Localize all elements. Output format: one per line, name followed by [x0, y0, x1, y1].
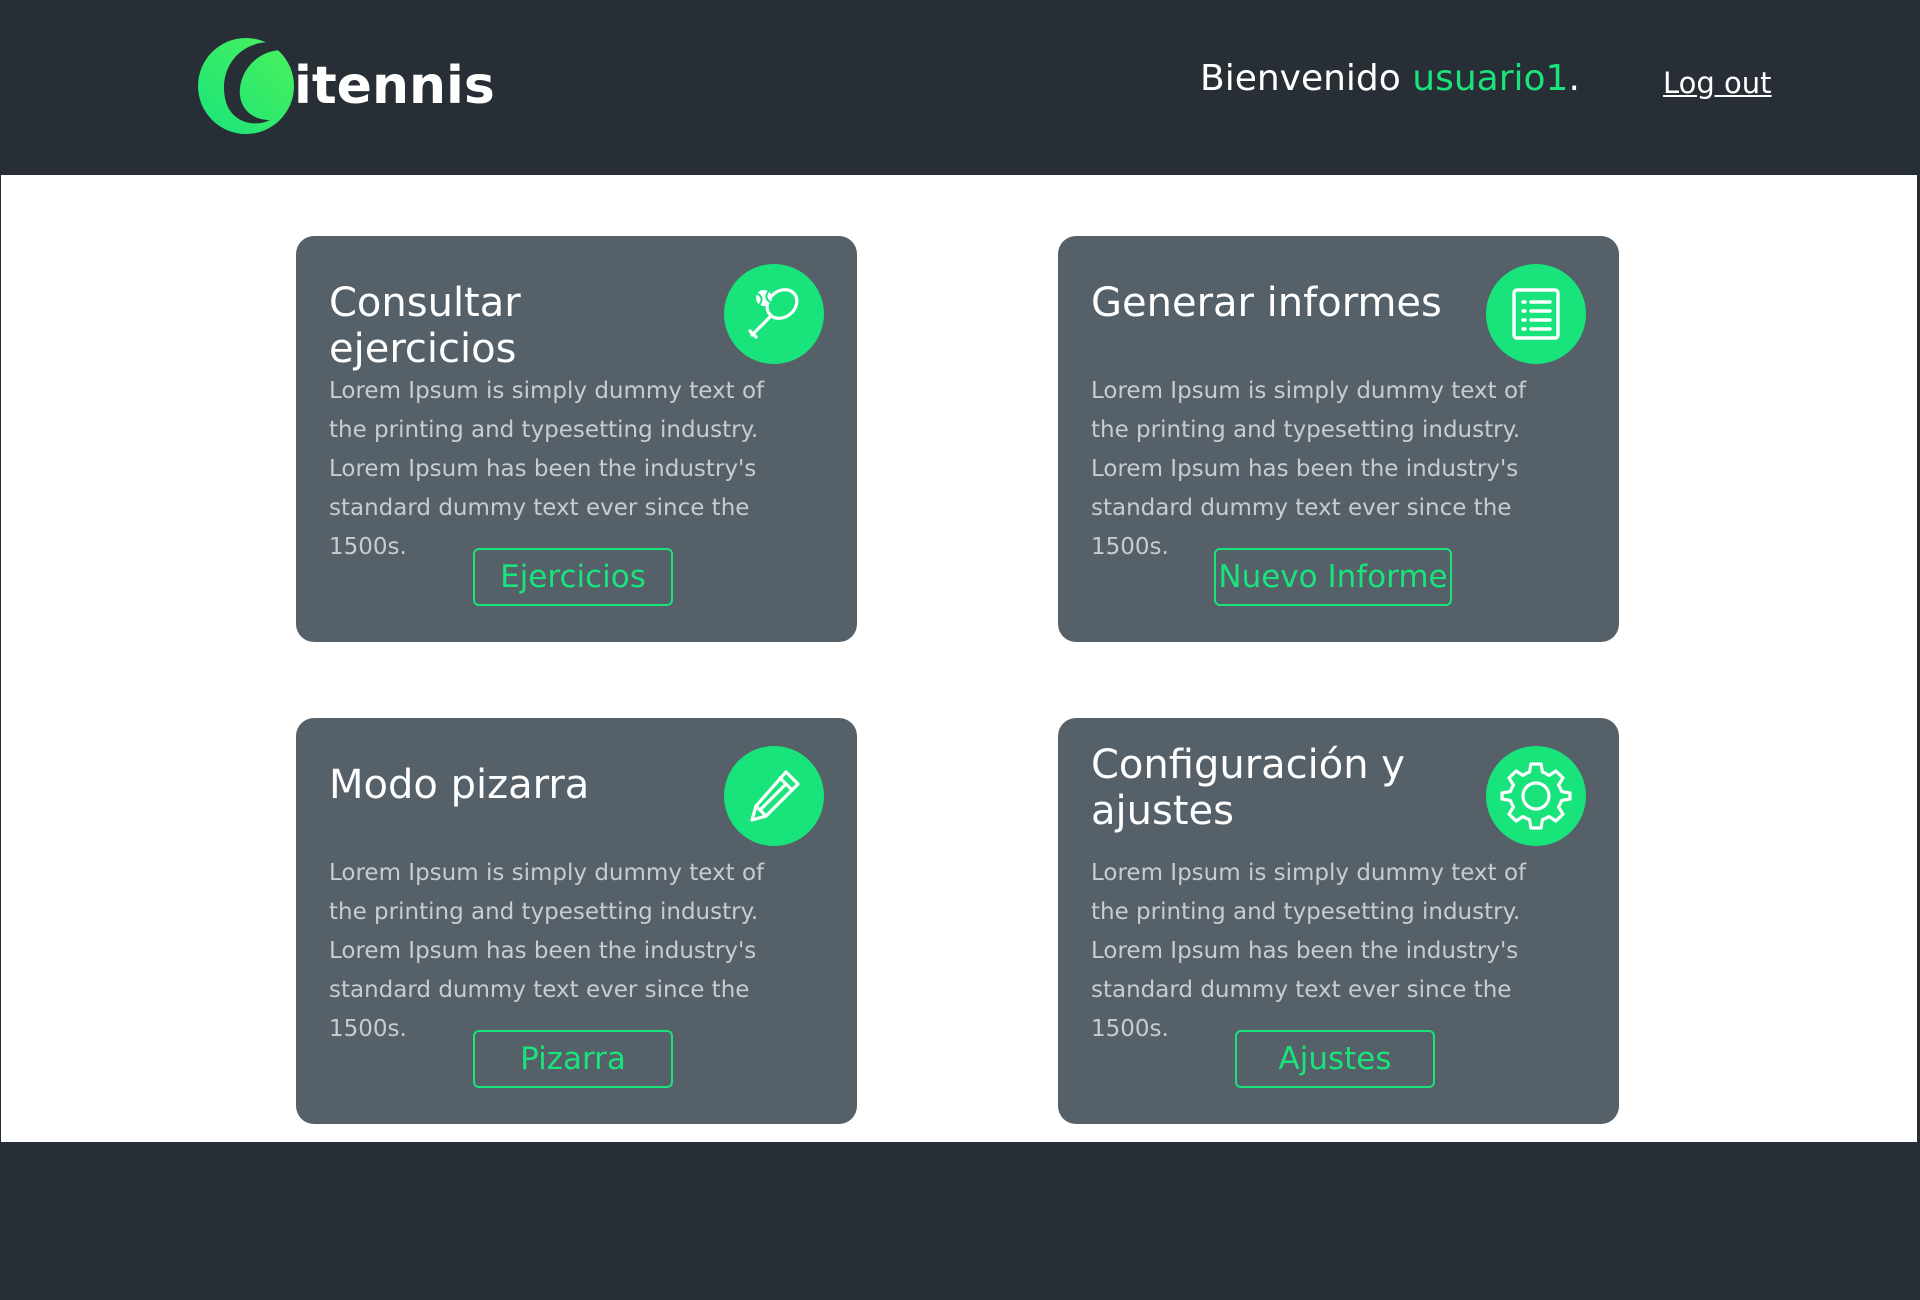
pencil-icon — [724, 746, 824, 846]
username: usuario1 — [1412, 58, 1569, 99]
welcome-prefix: Bienvenido — [1200, 58, 1413, 99]
card-description: Lorem Ipsum is simply dummy text of the … — [329, 860, 765, 1042]
card-description: Lorem Ipsum is simply dummy text of the … — [1091, 860, 1527, 1042]
card-title: Configuración y ajustes — [1091, 742, 1405, 834]
card-configuracion-ajustes: Configuración y ajustes Lorem Ipsum is s… — [1058, 718, 1619, 1124]
card-title: Generar informes — [1091, 280, 1442, 326]
card-generar-informes: Generar informes Lorem Ipsum is simply d… — [1058, 236, 1619, 642]
pizarra-button[interactable]: Pizarra — [473, 1030, 673, 1088]
main-content: Consultar ejercicios Lorem Ipsum is simp… — [1, 175, 1917, 1142]
card-modo-pizarra: Modo pizarra Lorem Ipsum is simply dummy… — [296, 718, 857, 1124]
card-description: Lorem Ipsum is simply dummy text of the … — [329, 378, 765, 560]
tennis-racket-icon — [724, 264, 824, 364]
ejercicios-button[interactable]: Ejercicios — [473, 548, 673, 606]
card-consultar-ejercicios: Consultar ejercicios Lorem Ipsum is simp… — [296, 236, 857, 642]
itennis-logo[interactable]: itennis — [196, 36, 495, 136]
card-title: Consultar ejercicios — [329, 280, 521, 372]
logout-link[interactable]: Log out — [1663, 66, 1772, 100]
tennis-ball-logo-icon — [198, 38, 294, 134]
welcome-suffix: . — [1568, 58, 1580, 99]
footer — [0, 1142, 1920, 1300]
logo-text: itennis — [294, 56, 495, 116]
report-list-icon — [1486, 264, 1586, 364]
card-description: Lorem Ipsum is simply dummy text of the … — [1091, 378, 1527, 560]
ajustes-button[interactable]: Ajustes — [1235, 1030, 1435, 1088]
welcome-message: Bienvenido usuario1. — [1200, 58, 1580, 99]
gear-icon — [1486, 746, 1586, 846]
card-title: Modo pizarra — [329, 762, 590, 808]
nuevo-informe-button[interactable]: Nuevo Informe — [1214, 548, 1452, 606]
top-header: itennis Bienvenido usuario1. Log out — [0, 0, 1920, 174]
